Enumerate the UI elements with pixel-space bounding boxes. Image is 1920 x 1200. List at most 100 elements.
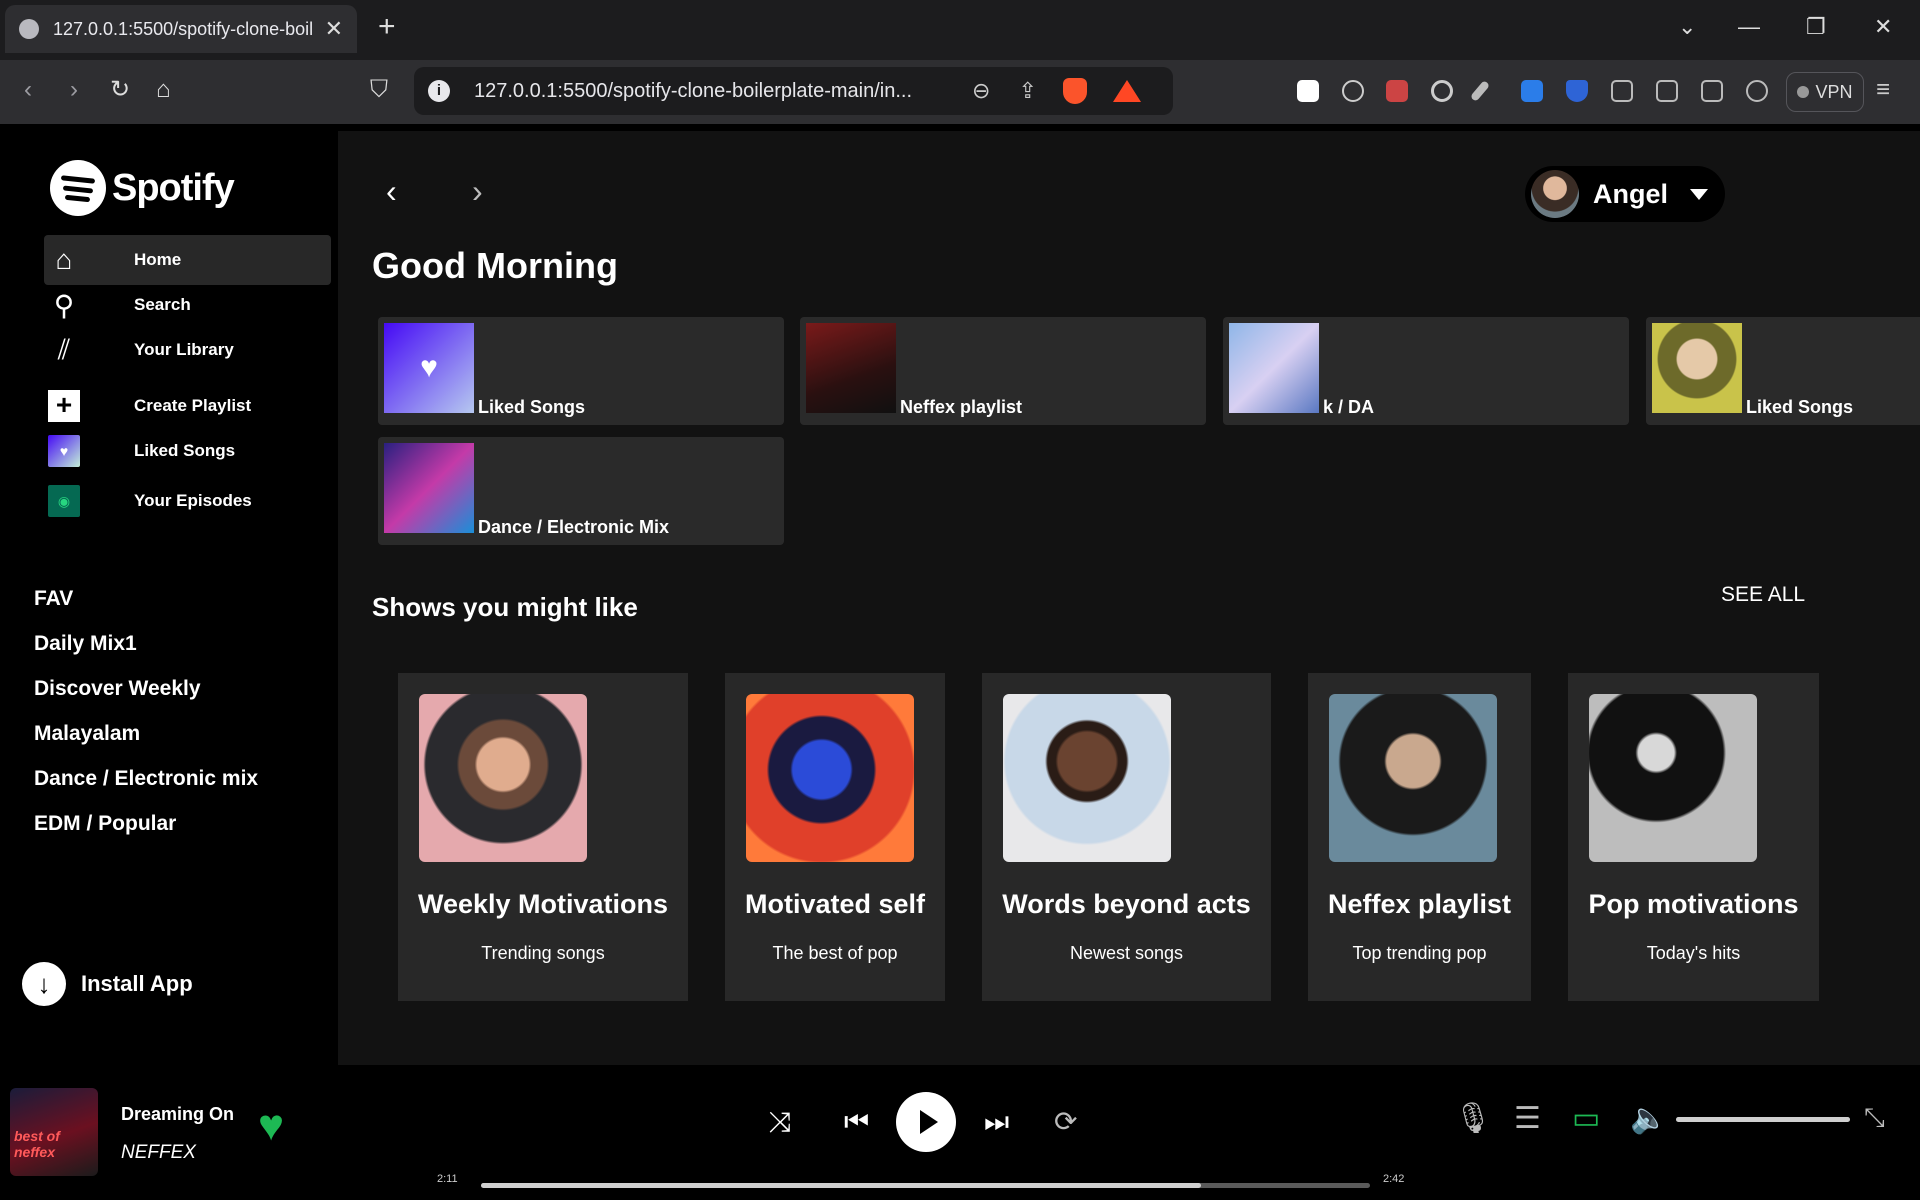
tab-close-icon[interactable]: ✕ [325, 16, 343, 42]
quick-card[interactable]: ♥ Liked Songs [378, 317, 784, 425]
sidebar-item-liked-songs[interactable]: ♥ Liked Songs [44, 426, 331, 476]
now-playing-title[interactable]: Dreaming On [121, 1104, 234, 1125]
see-all-link[interactable]: SEE ALL [1721, 583, 1805, 607]
show-cover [746, 694, 914, 862]
show-card[interactable]: Motivated self The best of pop [725, 673, 945, 1001]
reload-icon[interactable]: ↻ [110, 78, 130, 102]
queue-icon[interactable]: ☰ [1514, 1104, 1541, 1134]
progress-fill [481, 1183, 1202, 1188]
show-card[interactable]: Pop motivations Today's hits [1568, 673, 1819, 1001]
forward-icon[interactable]: › [70, 78, 78, 102]
color-picker-icon[interactable] [1469, 80, 1491, 102]
playlist-item[interactable]: Malayalam [34, 722, 140, 746]
browser-tab[interactable]: 127.0.0.1:5500/spotify-clone-boilerplate… [5, 5, 357, 53]
new-tab-button[interactable]: + [378, 12, 396, 42]
sidebar-item-your-episodes[interactable]: ◉ Your Episodes [44, 476, 331, 526]
shield-extension-icon[interactable] [1566, 80, 1588, 102]
next-track-icon[interactable]: ⏭ [984, 1108, 1009, 1136]
sidebar-item-label: Create Playlist [134, 396, 252, 415]
zoom-out-icon[interactable]: ⊖ [972, 78, 990, 104]
repeat-icon[interactable]: ⟳ [1054, 1108, 1077, 1136]
library-icon: ⫽ [57, 333, 71, 365]
quick-card-label: k / DA [1323, 397, 1375, 417]
now-playing-artist[interactable]: NEFFEX [121, 1142, 196, 1164]
vpn-button[interactable]: VPN [1786, 72, 1864, 112]
extension-icon[interactable] [1297, 80, 1319, 102]
minimize-icon[interactable]: — [1738, 14, 1760, 40]
shuffle-icon[interactable]: ⤨ [769, 1108, 791, 1136]
show-card[interactable]: Neffex playlist Top trending pop [1308, 673, 1531, 1001]
extension-icon[interactable] [1431, 80, 1453, 102]
quick-card[interactable]: Liked Songs [1646, 317, 1920, 425]
playlist-item[interactable]: EDM / Popular [34, 812, 176, 836]
show-card[interactable]: Weekly Motivations Trending songs [398, 673, 688, 1001]
volume-icon[interactable]: 🔈 [1630, 1104, 1667, 1134]
playlist-item[interactable]: Dance / Electronic mix [34, 767, 258, 791]
neffex-cover [806, 323, 896, 413]
fullscreen-icon[interactable]: ⤡ [1864, 1104, 1885, 1130]
restore-icon[interactable]: ❐ [1806, 14, 1826, 40]
vpn-status-icon [1797, 86, 1810, 98]
leo-ai-icon[interactable] [1746, 80, 1768, 102]
sidebar-item-search[interactable]: ⚲ Search [44, 280, 331, 330]
nav-back-arrow-icon[interactable]: ‹ [386, 175, 397, 207]
progress-bar[interactable] [481, 1183, 1370, 1188]
tab-search-chevron-icon[interactable]: ⌄ [1678, 14, 1696, 40]
playlist-item[interactable]: FAV [34, 587, 73, 611]
show-subtitle: Newest songs [1069, 943, 1184, 963]
plus-icon: + [48, 390, 80, 422]
sidebar-item-home[interactable]: ⌂ Home [44, 235, 331, 285]
site-info-icon[interactable]: i [428, 80, 450, 102]
spotify-logo[interactable]: Spotify [50, 160, 235, 216]
quick-card-label: Neffex playlist [900, 397, 1023, 417]
playlist-item[interactable]: Daily Mix1 [34, 632, 137, 656]
share-icon[interactable]: ⇪ [1018, 78, 1036, 104]
sidebar-toggle-icon[interactable] [1656, 80, 1678, 102]
home-browser-icon[interactable]: ⌂ [156, 78, 171, 102]
microphone-icon[interactable]: 🎙 [1454, 1104, 1492, 1134]
playlist-item[interactable]: Discover Weekly [34, 677, 201, 701]
now-playing-cover[interactable]: best of neffex [10, 1088, 98, 1176]
quick-card[interactable]: k / DA [1223, 317, 1629, 425]
back-icon[interactable]: ‹ [24, 78, 32, 102]
nav-forward-arrow-icon[interactable]: › [472, 175, 483, 207]
show-title: Weekly Motivations [417, 889, 669, 919]
quick-card[interactable]: Neffex playlist [800, 317, 1206, 425]
tab-title: 127.0.0.1:5500/spotify-clone-boilerplate… [53, 18, 313, 39]
globe-icon [19, 19, 39, 39]
sidebar-item-label: Liked Songs [134, 441, 236, 460]
quick-card[interactable]: Dance / Electronic Mix [378, 437, 784, 545]
brave-rewards-icon[interactable] [1112, 80, 1141, 102]
spotify-logo-icon [50, 160, 106, 216]
address-bar[interactable]: i 127.0.0.1:5500/spotify-clone-boilerpla… [414, 67, 1173, 115]
menu-icon[interactable]: ≡ [1876, 78, 1890, 102]
main-content: ‹ › Angel Good Morning ♥ Liked Songs Nef… [338, 131, 1920, 1065]
volume-slider[interactable] [1676, 1117, 1850, 1122]
extension-icon[interactable] [1386, 80, 1408, 102]
show-card[interactable]: Words beyond acts Newest songs [982, 673, 1271, 1001]
sidebar-item-library[interactable]: ⫽ Your Library [44, 325, 331, 375]
react-devtools-icon[interactable] [1342, 80, 1364, 102]
install-app-button[interactable]: ↓ Install App [22, 962, 193, 1006]
liked-songs-cover: ♥ [384, 323, 474, 413]
extension-icon[interactable] [1521, 80, 1543, 102]
sidebar-item-label: Your Library [134, 340, 234, 359]
url-text[interactable]: 127.0.0.1:5500/spotify-clone-boilerplate… [474, 80, 944, 103]
like-heart-icon[interactable]: ♥ [258, 1104, 284, 1148]
show-cover [1003, 694, 1171, 862]
bookmark-icon[interactable]: ⛉ [370, 78, 388, 102]
brave-shields-icon[interactable] [1062, 78, 1087, 104]
play-button[interactable] [896, 1092, 956, 1152]
sidebar-item-create-playlist[interactable]: + Create Playlist [44, 381, 331, 431]
show-title: Words beyond acts [1002, 889, 1251, 919]
connect-device-icon[interactable]: ▭ [1572, 1104, 1600, 1134]
show-cover [419, 694, 587, 862]
close-window-icon[interactable]: ✕ [1874, 14, 1892, 40]
show-subtitle: Today's hits [1646, 943, 1741, 963]
show-cover [1589, 694, 1757, 862]
user-menu[interactable]: Angel [1525, 166, 1725, 222]
wallet-icon[interactable] [1701, 80, 1723, 102]
sidebar-item-label: Home [134, 250, 182, 269]
previous-track-icon[interactable]: ⏮ [844, 1108, 869, 1136]
extensions-puzzle-icon[interactable] [1611, 80, 1633, 102]
